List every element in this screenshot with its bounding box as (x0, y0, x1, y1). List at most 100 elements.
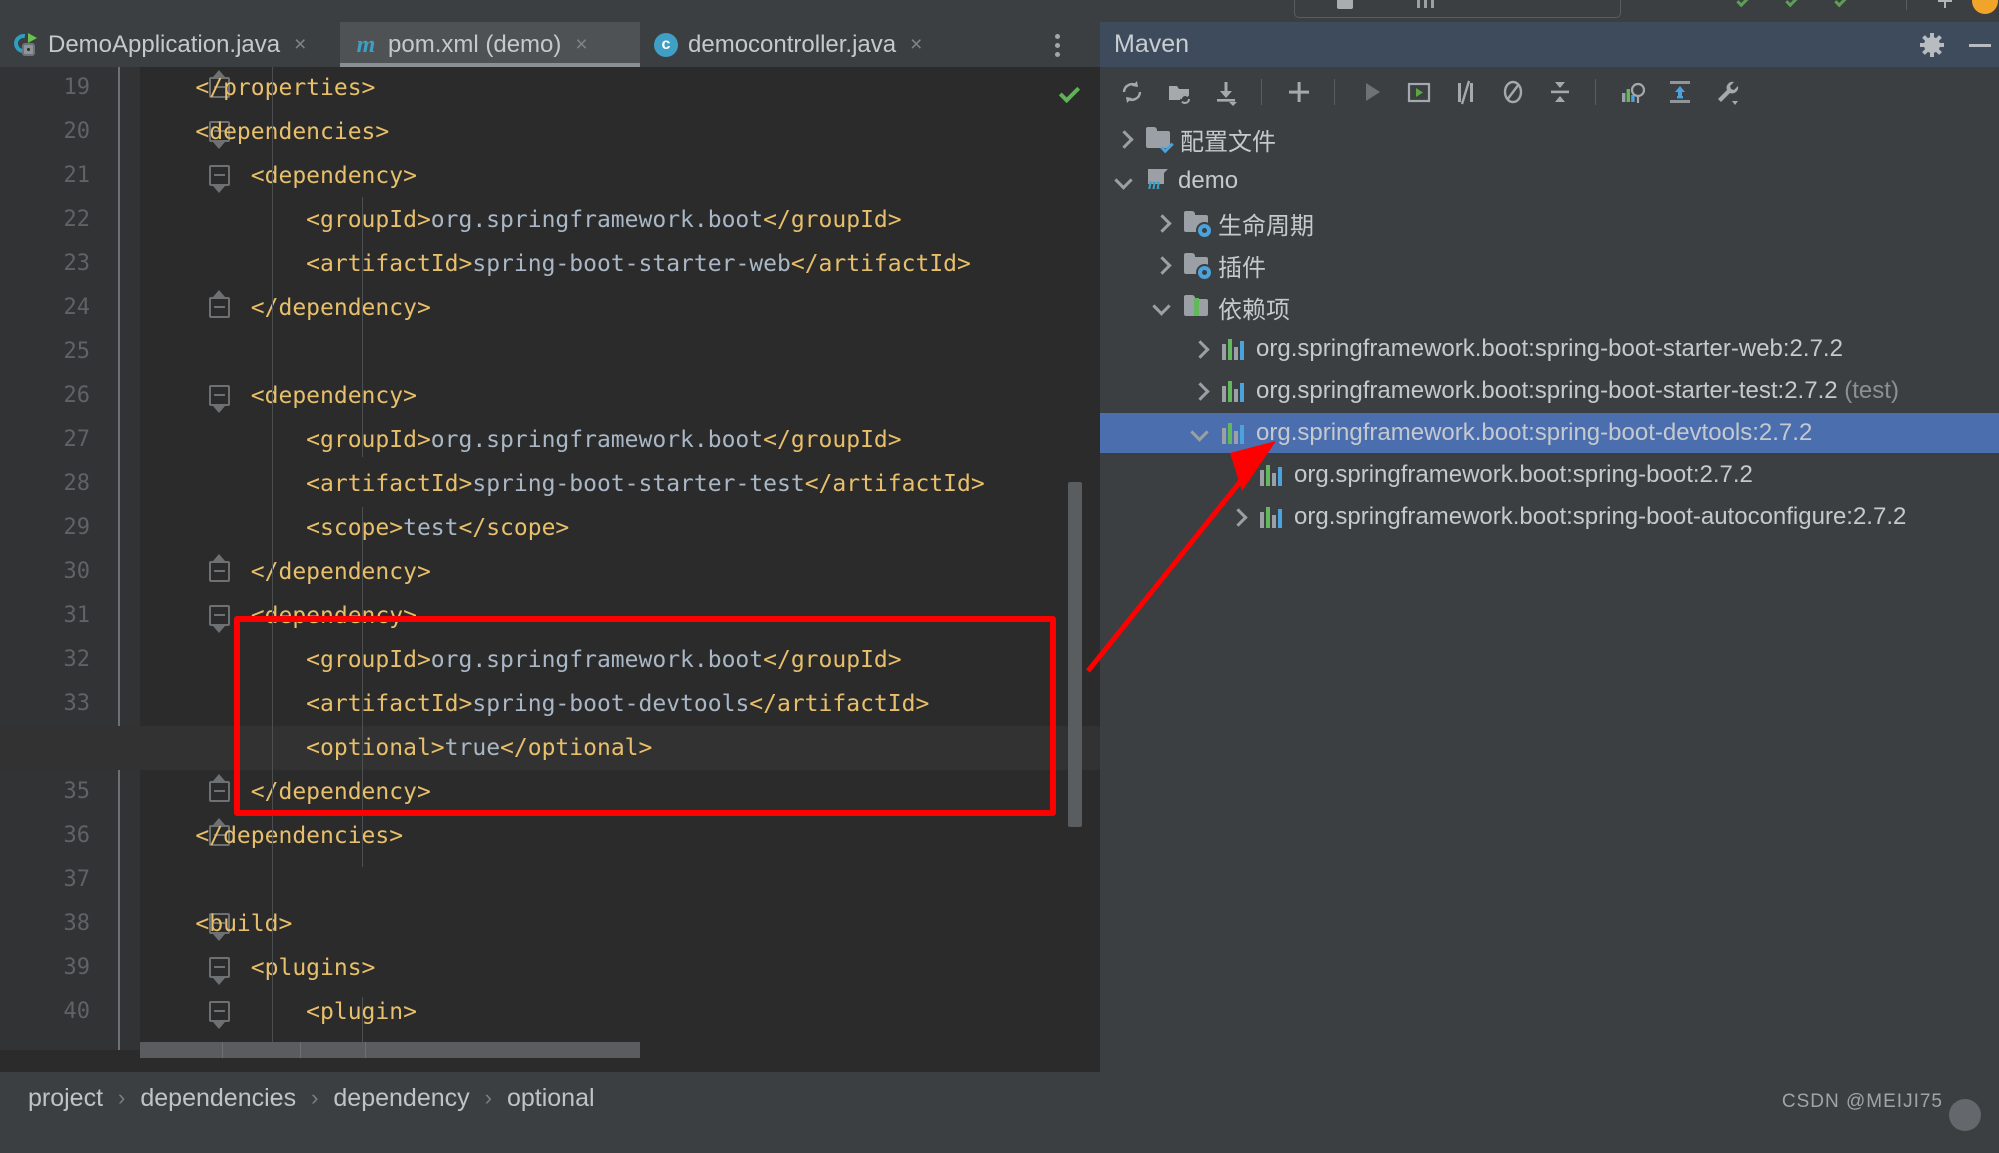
maven-tree[interactable]: 配置文件 m demo 生命周期 插件 依赖项 org.springframework.bo… (1100, 119, 1999, 1131)
code-line[interactable]: </dependency> (140, 770, 431, 814)
show-dependencies-icon[interactable] (1619, 78, 1647, 106)
code-line[interactable]: <artifactId>spring-boot-starter-test</ar… (140, 462, 985, 506)
tree-node[interactable]: org.springframework.boot:spring-boot:2.7… (1100, 455, 1999, 495)
chevron-down-icon[interactable] (1150, 296, 1172, 318)
close-icon[interactable]: × (910, 34, 922, 55)
code-line[interactable]: <plugin> (140, 990, 417, 1034)
chevron-right-icon[interactable] (1150, 254, 1172, 276)
add-maven-project-icon[interactable] (1285, 78, 1313, 106)
breadcrumb-item-project[interactable]: project (28, 1084, 103, 1113)
code-line[interactable]: <groupId>org.springframework.boot</group… (140, 198, 901, 242)
chevron-right-icon[interactable] (1226, 506, 1248, 528)
editor-tab-demoapplication[interactable]: DemoApplication.java × (0, 22, 340, 67)
xml-tag: </artifactId> (804, 471, 985, 497)
chevron-right-icon[interactable] (1188, 338, 1210, 360)
fold-marker[interactable] (100, 814, 230, 858)
toggle-skip-tests-icon[interactable] (1452, 78, 1480, 106)
chevron-down-icon[interactable] (1188, 422, 1210, 444)
toolbar-plus-icon[interactable] (1938, 0, 1952, 8)
close-icon[interactable]: × (294, 34, 306, 55)
fold-marker[interactable] (100, 154, 230, 198)
xml-tag: <groupId> (306, 647, 431, 673)
code-line[interactable]: <artifactId>spring-boot-starter-web</art… (140, 242, 971, 286)
code-line[interactable]: <dependency> (140, 594, 417, 638)
line-number: 29 (63, 515, 91, 540)
tree-node[interactable]: 依赖项 (1100, 287, 1999, 327)
toolbar-bars-icon (1415, 0, 1437, 8)
code-line[interactable]: </dependency> (140, 550, 431, 594)
plugins-folder-icon (1184, 253, 1211, 279)
maven-project-icon: m (1146, 169, 1170, 193)
fold-marker[interactable] (100, 286, 230, 330)
breadcrumb-item-dependency[interactable]: dependency (333, 1084, 469, 1113)
run-icon[interactable] (1358, 78, 1386, 106)
code-line[interactable]: <optional>true</optional> (0, 726, 1100, 770)
close-icon[interactable]: × (575, 34, 587, 55)
fold-marker[interactable] (100, 550, 230, 594)
tree-node[interactable]: m demo (1100, 161, 1999, 201)
fold-marker[interactable] (100, 374, 230, 418)
code-line[interactable]: <plugins> (140, 946, 376, 990)
generate-sources-and-update-folders-icon[interactable] (1165, 78, 1193, 106)
fold-marker[interactable] (100, 770, 230, 814)
tree-node[interactable]: 生命周期 (1100, 203, 1999, 243)
breadcrumb-item-dependencies[interactable]: dependencies (140, 1084, 296, 1113)
toolbar-check-icon-2 (1786, 0, 1799, 7)
fold-marker[interactable] (100, 110, 230, 154)
editor-tab-label: pom.xml (demo) (388, 30, 562, 58)
code-line[interactable]: <artifactId>spring-boot-devtools</artifa… (140, 682, 929, 726)
maven-toolbar[interactable] (1100, 67, 1999, 117)
download-sources-icon[interactable] (1212, 78, 1240, 106)
fold-marker[interactable] (100, 67, 230, 110)
maven-title: Maven (1114, 30, 1190, 58)
chevron-right-icon[interactable] (1188, 380, 1210, 402)
toggle-offline-mode-icon[interactable] (1499, 78, 1527, 106)
minimize-icon[interactable] (1969, 44, 1991, 47)
vertical-scrollbar-thumb[interactable] (1068, 482, 1082, 827)
horizontal-scrollbar-thumb[interactable] (140, 1042, 640, 1058)
editor-tab-democontroller[interactable]: c democontroller.java × (640, 22, 970, 67)
expand-dependency-icon[interactable] (1666, 78, 1694, 106)
tree-node-label: org.springframework.boot:spring-boot-dev… (1256, 419, 1813, 446)
dependency-icon (1222, 422, 1248, 444)
xml-tag: <artifactId> (306, 251, 473, 277)
tree-node[interactable]: org.springframework.boot:spring-boot-aut… (1100, 497, 1999, 537)
tree-node[interactable]: 配置文件 (1100, 119, 1999, 159)
profiles-folder-icon (1146, 127, 1172, 151)
collapse-all-icon[interactable] (1546, 78, 1574, 106)
reload-all-maven-projects-icon[interactable] (1118, 78, 1146, 106)
gear-icon[interactable] (1920, 33, 1944, 57)
code-line[interactable]: <scope>test</scope> (140, 506, 569, 550)
execute-maven-goal-icon[interactable] (1405, 78, 1433, 106)
tree-node[interactable]: org.springframework.boot:spring-boot-dev… (1100, 413, 1999, 453)
code-line[interactable]: <dependencies> (140, 110, 389, 154)
chevron-down-icon[interactable] (1112, 170, 1134, 192)
maven-settings-icon[interactable] (1713, 78, 1741, 106)
code-line[interactable]: <groupId>org.springframework.boot</group… (140, 418, 901, 462)
more-options-icon[interactable] (1055, 34, 1061, 58)
tree-node[interactable]: org.springframework.boot:spring-boot-sta… (1100, 371, 1999, 411)
fold-marker[interactable] (100, 990, 230, 1034)
chevron-right-icon[interactable] (1150, 212, 1172, 234)
fold-marker[interactable] (100, 946, 230, 990)
breadcrumb-separator: › (484, 1085, 492, 1110)
code-line[interactable]: <dependency> (140, 154, 417, 198)
tree-node[interactable]: 插件 (1100, 245, 1999, 285)
tree-node[interactable]: org.springframework.boot:spring-boot-sta… (1100, 329, 1999, 369)
fold-marker[interactable] (100, 902, 230, 946)
code-editor[interactable]: 1920212223242526272829303132333435363738… (0, 67, 1100, 1050)
code-line[interactable]: <build> (140, 902, 292, 946)
toolbar-avatar-icon[interactable] (1972, 0, 1998, 14)
fold-marker[interactable] (100, 594, 230, 638)
chevron-right-icon[interactable] (1226, 464, 1248, 486)
breadcrumb-item-optional[interactable]: optional (507, 1084, 595, 1113)
code-line[interactable]: </properties> (140, 67, 375, 110)
inspection-ok-icon[interactable] (1060, 83, 1082, 105)
code-line[interactable]: <dependency> (140, 374, 417, 418)
code-line[interactable]: </dependency> (140, 286, 431, 330)
tree-node-label: org.springframework.boot:spring-boot:2.7… (1294, 461, 1753, 488)
chevron-right-icon[interactable] (1112, 128, 1134, 150)
code-text[interactable]: </properties> <dependencies> <dependency… (0, 67, 1100, 1050)
code-line[interactable]: <groupId>org.springframework.boot</group… (140, 638, 901, 682)
editor-tab-pomxml[interactable]: m pom.xml (demo) × (340, 22, 640, 67)
